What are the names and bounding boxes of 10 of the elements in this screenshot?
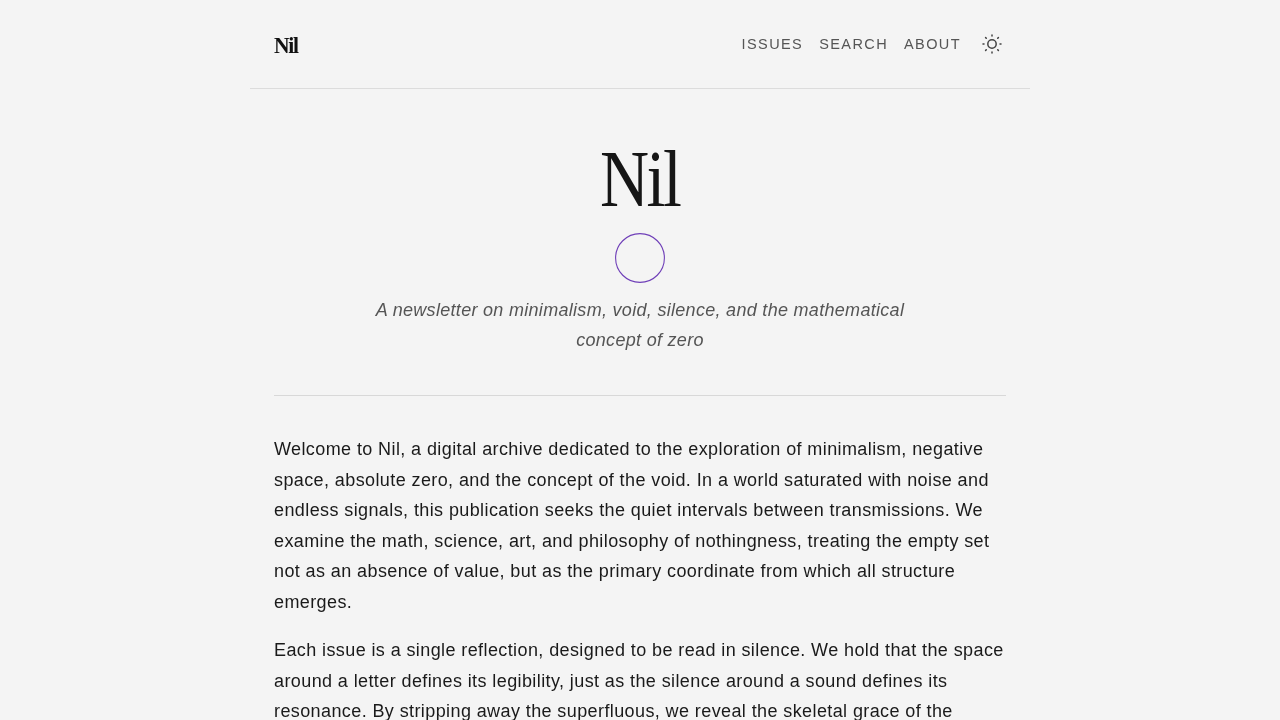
nav-link[interactable]: ISSUES xyxy=(741,36,804,52)
site-logo[interactable]: Nil xyxy=(274,31,298,59)
intro-paragraph: Welcome to Nil, a digital archive dedicated to the exploration of minimalism, negative space, absolute zero, and the concept of the void. In a world saturated with noise and endless signals, this publication seeks the quiet intervals between transmissions. We examine the math, science, art, and philosophy of nothingness, treating the empty set not as an absence of value, but as the primary coordinate from which all structure emerges. xyxy=(274,438,991,614)
nav-link[interactable]: SEARCH xyxy=(819,36,889,52)
intro-paragraph: Each issue is a single reflection, designed to be read in silence. We hold that the space around a letter defines its legibility, just as the silence around a sound defines its resonance. By stripping away the superfluous, we reveal the skeletal grace of the xyxy=(274,639,1005,720)
tagline: A newsletter on minimalism, void, silence, and the mathematical concept of zero xyxy=(374,299,906,352)
nav-link[interactable]: ABOUT xyxy=(904,36,961,52)
circle-icon xyxy=(615,233,665,283)
masthead-title: Nil xyxy=(600,137,680,221)
theme-toggle-sun-icon[interactable] xyxy=(982,34,1002,54)
